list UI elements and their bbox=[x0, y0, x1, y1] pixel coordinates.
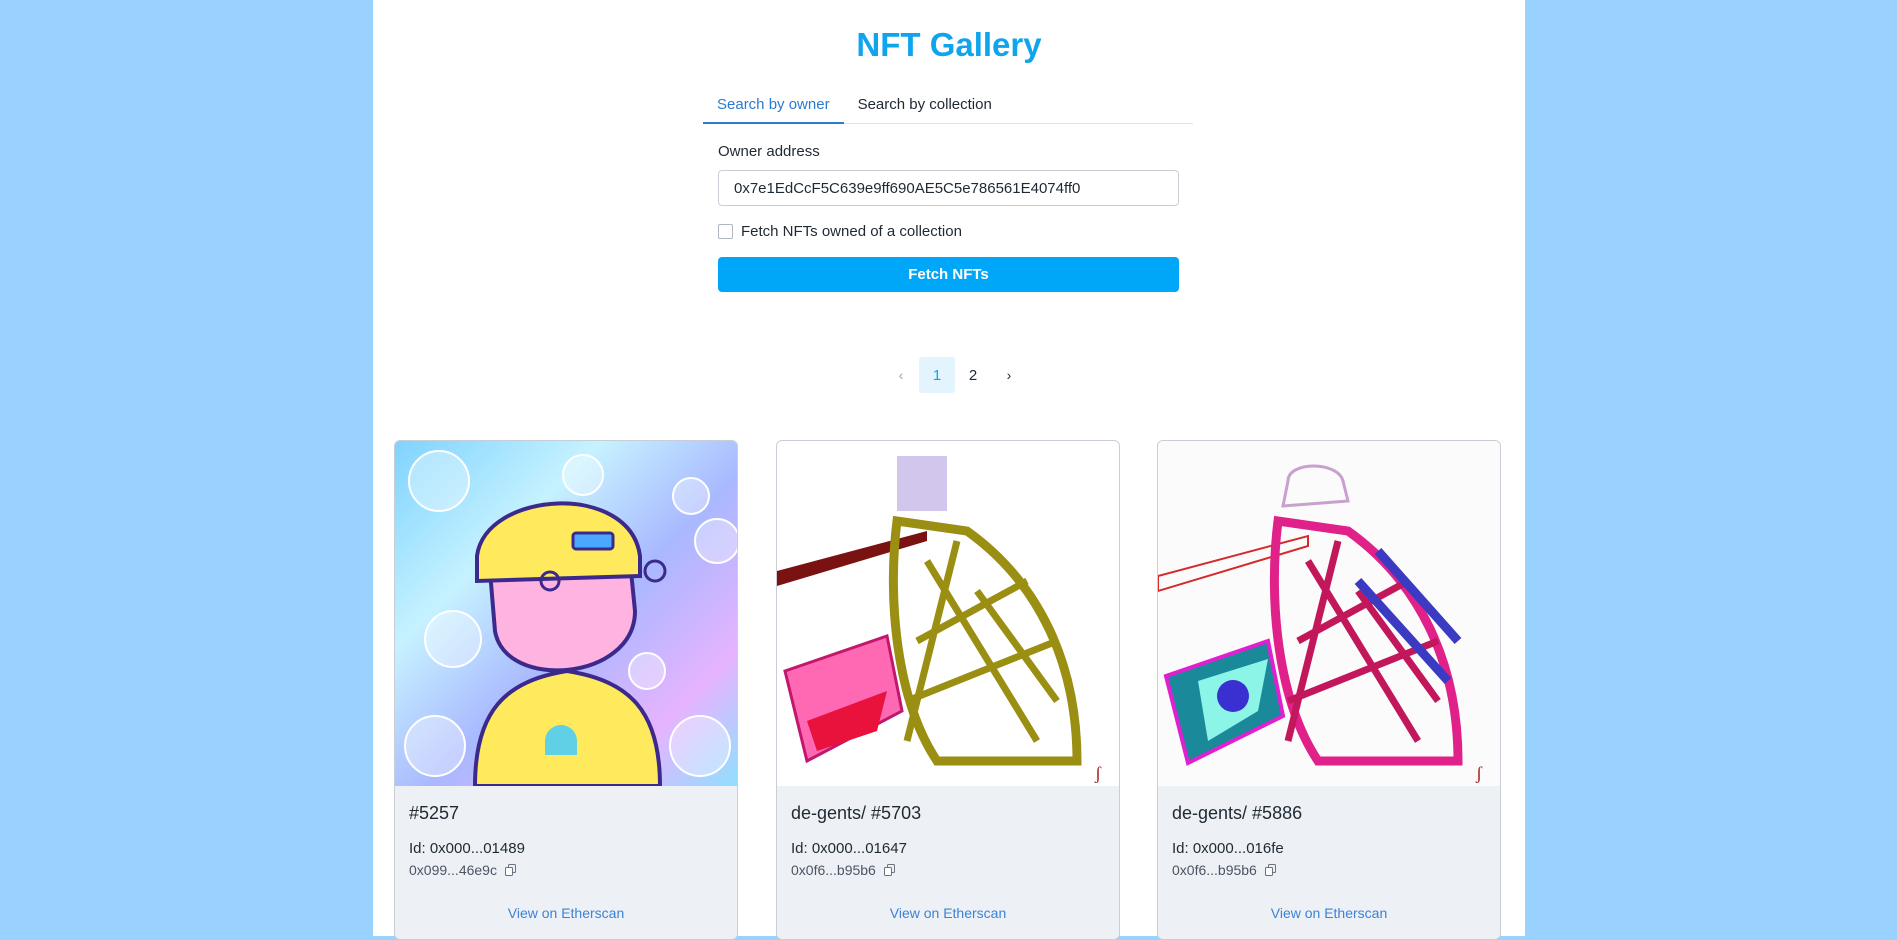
search-tabs: Search by owner Search by collection bbox=[703, 88, 1193, 124]
collection-checkbox-label: Fetch NFTs owned of a collection bbox=[741, 223, 962, 240]
pagination: ‹ 1 2 › bbox=[883, 357, 1027, 393]
nft-contract-address: 0x099...46e9c bbox=[409, 862, 517, 878]
contract-address-text: 0x099...46e9c bbox=[409, 862, 497, 878]
contract-address-text: 0x0f6...b95b6 bbox=[1172, 862, 1257, 878]
svg-text:ʃ: ʃ bbox=[1094, 763, 1102, 783]
contract-address-text: 0x0f6...b95b6 bbox=[791, 862, 876, 878]
nft-card: ʃ de-gents/ #5703 Id: 0x000...01647 0x0f… bbox=[776, 440, 1120, 940]
svg-text:ʃ: ʃ bbox=[1475, 763, 1483, 783]
owner-address-label: Owner address bbox=[718, 143, 820, 160]
page-title: NFT Gallery bbox=[856, 26, 1042, 63]
nft-id: Id: 0x000...01489 bbox=[409, 840, 525, 857]
nft-id: Id: 0x000...01647 bbox=[791, 840, 907, 857]
pagination-page-2[interactable]: 2 bbox=[955, 357, 991, 393]
copy-icon[interactable] bbox=[1264, 864, 1277, 876]
nft-image[interactable]: ʃ bbox=[777, 441, 1120, 786]
main-panel: NFT Gallery Search by owner Search by co… bbox=[373, 0, 1525, 940]
tab-search-by-collection[interactable]: Search by collection bbox=[844, 88, 1006, 124]
nft-id: Id: 0x000...016fe bbox=[1172, 840, 1284, 857]
pagination-prev-button[interactable]: ‹ bbox=[883, 357, 919, 393]
nft-image[interactable]: ʃ bbox=[1158, 441, 1501, 786]
pagination-next-button[interactable]: › bbox=[991, 357, 1027, 393]
nft-title: #5257 bbox=[409, 803, 460, 823]
collection-checkbox[interactable] bbox=[718, 224, 733, 239]
nft-card: ʃ de-gents/ #5886 Id: 0x000...016fe 0x0f… bbox=[1157, 440, 1501, 940]
nft-image[interactable] bbox=[395, 441, 738, 786]
copy-icon[interactable] bbox=[883, 864, 896, 876]
view-on-etherscan-link[interactable]: View on Etherscan bbox=[395, 905, 737, 921]
view-on-etherscan-link[interactable]: View on Etherscan bbox=[777, 905, 1119, 921]
nft-contract-address: 0x0f6...b95b6 bbox=[791, 862, 896, 878]
copy-icon[interactable] bbox=[504, 864, 517, 876]
view-on-etherscan-link[interactable]: View on Etherscan bbox=[1158, 905, 1500, 921]
nft-title: de-gents/ #5886 bbox=[1172, 803, 1303, 823]
collection-checkbox-row[interactable]: Fetch NFTs owned of a collection bbox=[718, 223, 962, 240]
nft-contract-address: 0x0f6...b95b6 bbox=[1172, 862, 1277, 878]
tab-search-by-owner[interactable]: Search by owner bbox=[703, 88, 844, 124]
pagination-page-1[interactable]: 1 bbox=[919, 357, 955, 393]
nft-card: #5257 Id: 0x000...01489 0x099...46e9c Vi… bbox=[394, 440, 738, 940]
nft-title: de-gents/ #5703 bbox=[791, 803, 922, 823]
owner-address-input[interactable] bbox=[718, 170, 1179, 206]
fetch-nfts-button[interactable]: Fetch NFTs bbox=[718, 257, 1179, 292]
